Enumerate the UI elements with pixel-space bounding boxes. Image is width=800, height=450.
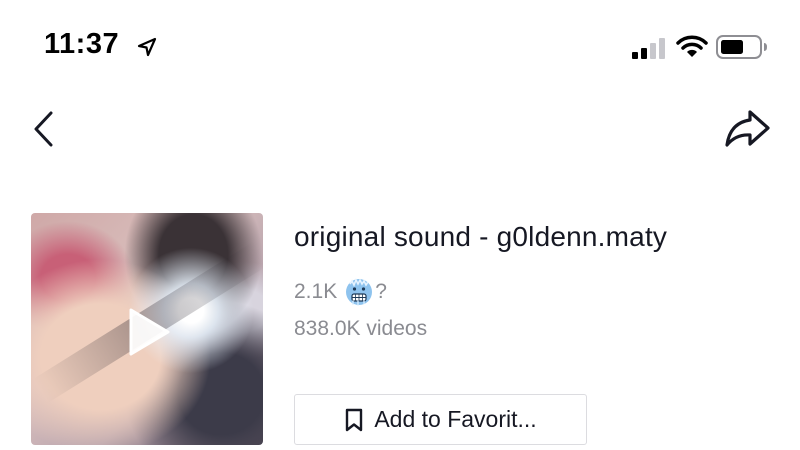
creator-line[interactable]: 2.1K ? xyxy=(294,277,387,307)
battery-icon xyxy=(716,35,767,59)
favorite-button-label: Add to Favorit... xyxy=(374,406,537,432)
cellular-signal-icon xyxy=(632,38,665,59)
add-to-favorites-button[interactable]: Add to Favorit... xyxy=(294,394,587,445)
sound-cover-thumbnail[interactable] xyxy=(31,213,263,445)
wifi-icon xyxy=(676,35,708,57)
play-icon[interactable] xyxy=(127,307,171,357)
sound-header: original sound - g0ldenn.maty 2.1K ? 838… xyxy=(0,205,800,450)
cold-face-emoji-icon xyxy=(346,278,373,306)
nav-bar xyxy=(0,95,800,175)
status-bar: 11:37 xyxy=(0,0,800,95)
chevron-left-icon xyxy=(34,111,53,147)
location-arrow-icon xyxy=(137,37,157,57)
share-button[interactable] xyxy=(722,107,772,151)
status-time: 11:37 xyxy=(44,28,120,60)
back-button[interactable] xyxy=(28,107,64,151)
sound-title: original sound - g0ldenn.maty xyxy=(294,221,668,252)
share-arrow-icon xyxy=(725,110,770,147)
video-count: 838.0K videos xyxy=(294,317,428,340)
creator-prefix: 2.1K xyxy=(294,280,338,303)
bookmark-icon xyxy=(346,408,363,431)
creator-suffix: ? xyxy=(375,280,387,303)
